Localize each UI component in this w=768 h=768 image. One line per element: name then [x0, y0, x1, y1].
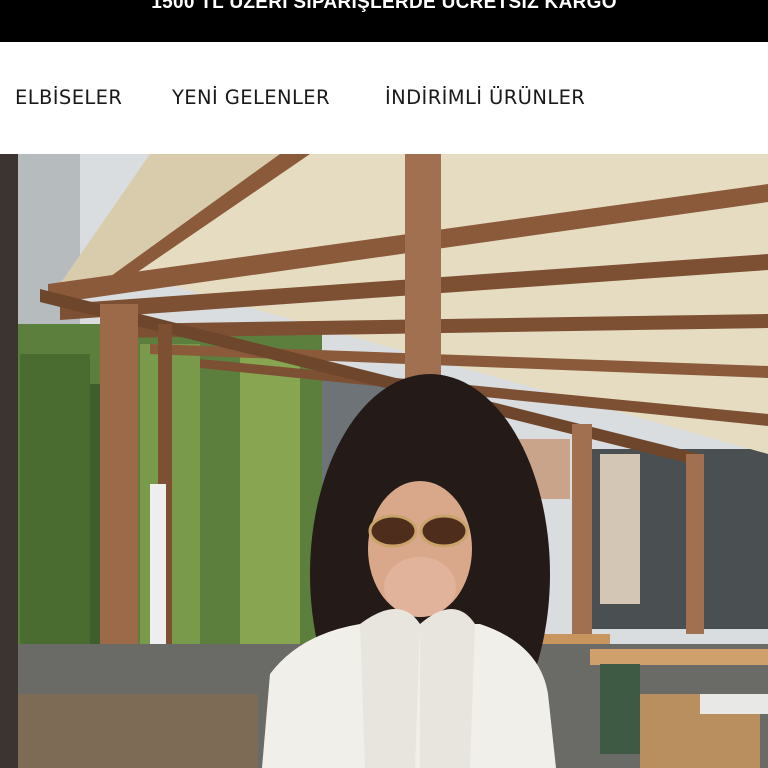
announcement-bar: 1500 TL ÜZERİ SİPARİŞLERDE ÜCRETSİZ KARG… [0, 0, 768, 42]
hero-photo [0, 154, 768, 768]
hero-image[interactable] [0, 154, 768, 768]
nav-item-elbiseler[interactable]: ELBİSELER [15, 86, 122, 109]
main-nav: ELBİSELER YENİ GELENLER İNDİRİMLİ ÜRÜNLE… [0, 42, 768, 154]
announcement-text: 1500 TL ÜZERİ SİPARİŞLERDE ÜCRETSİZ KARG… [151, 0, 617, 13]
nav-item-yeni-gelenler[interactable]: YENİ GELENLER [172, 86, 330, 109]
nav-item-indirimli-urunler[interactable]: İNDİRİMLİ ÜRÜNLER [385, 86, 585, 109]
